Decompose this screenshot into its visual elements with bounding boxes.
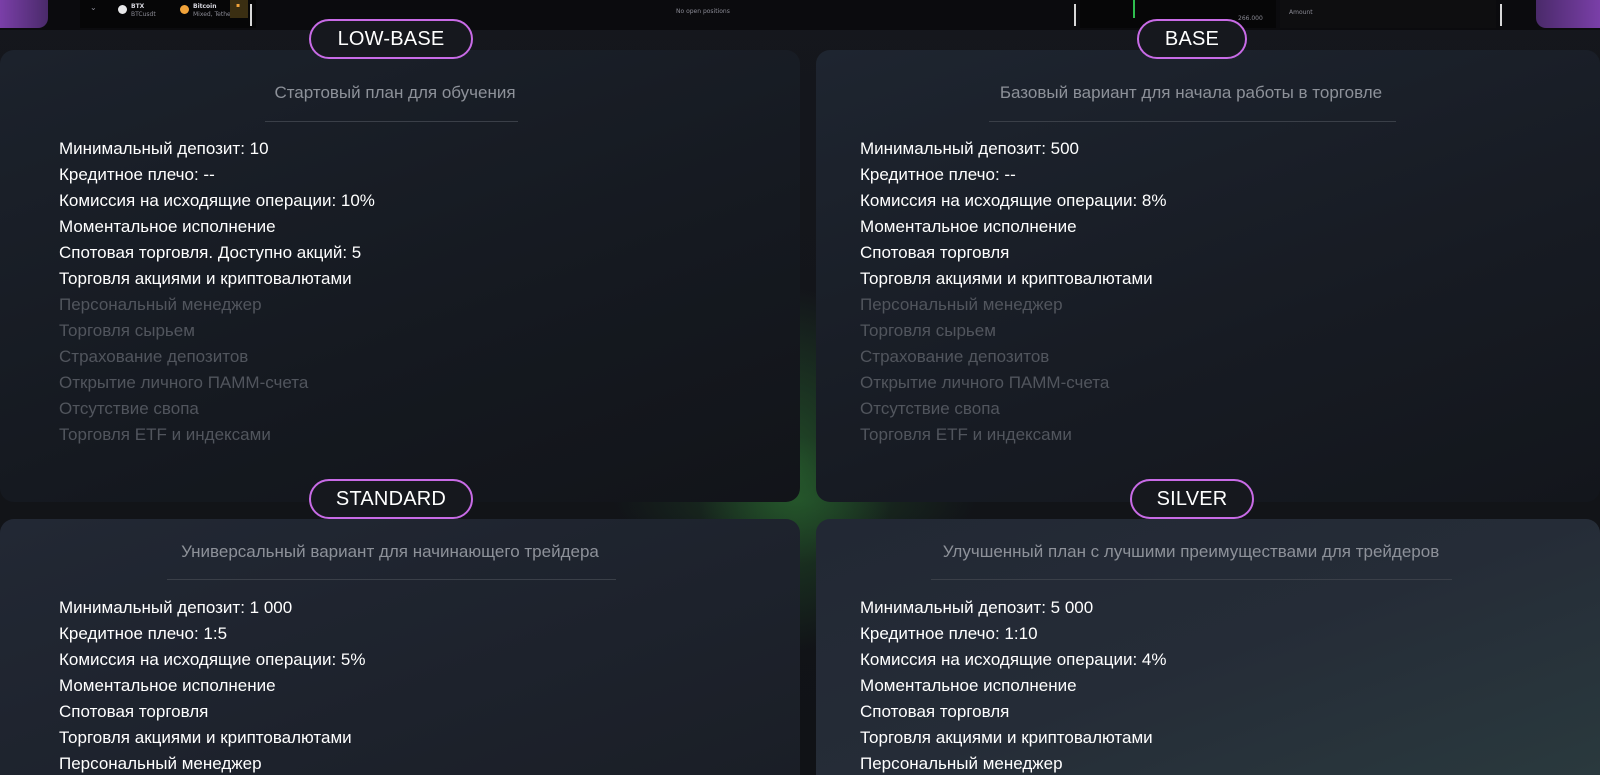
feature-item: Минимальный депозит: 10 (59, 139, 269, 158)
feature-item: Страхование депозитов (860, 347, 1050, 366)
feature-item: Комиссия на исходящие операции: 8% (860, 191, 1167, 210)
feature-list: Минимальный депозит: 10 Кредитное плечо: … (59, 136, 375, 448)
feature-item: Минимальный депозит: 500 (860, 139, 1080, 158)
ticker-symbol[interactable]: BTX (131, 3, 144, 10)
plan-subtitle: Базовый вариант для начала работы в торг… (999, 83, 1383, 102)
plan-subtitle: Стартовый план для обучения (274, 83, 516, 102)
ticker-icon (118, 5, 127, 14)
feature-item: Кредитное плечо: -- (59, 165, 215, 184)
feature-item: Торговля акциями и криптовалютами (59, 728, 352, 747)
feature-item: Моментальное исполнение (860, 676, 1077, 695)
price-value: 266.000 (1238, 15, 1263, 22)
right-accent-edge (1536, 0, 1600, 28)
feature-item: Торговля сырьем (59, 321, 195, 340)
feature-item: Кредитное плечо: -- (860, 165, 1016, 184)
feature-item: Спотовая торговля (860, 243, 1010, 262)
subtitle-divider (989, 121, 1396, 122)
feature-item: Торговля акциями и криптовалютами (860, 728, 1153, 747)
top-trading-strip: ⌄ BTX BTCusdt Bitcoin Mixed, Tether ▪ No… (0, 0, 1600, 30)
feature-item: Отсутствие свопа (860, 399, 1000, 418)
plan-badge-low-base[interactable]: LOW-BASE (309, 19, 473, 59)
plan-subtitle: Универсальный вариант для начинающего тр… (181, 542, 599, 561)
plan-badge-standard[interactable]: STANDARD (309, 479, 473, 519)
pin-tab[interactable]: ▪ (230, 0, 248, 18)
feature-item: Спотовая торговля (860, 702, 1010, 721)
feature-item: Персональный менеджер (860, 295, 1063, 314)
subtitle-divider (167, 579, 616, 580)
feature-item: Моментальное исполнение (59, 676, 276, 695)
feature-item: Кредитное плечо: 1:5 (59, 624, 228, 643)
plan-subtitle: Улучшенный план с лучшими преимуществами… (942, 542, 1440, 561)
feature-item: Комиссия на исходящие операции: 5% (59, 650, 366, 669)
feature-item: Персональный менеджер (59, 295, 262, 314)
page: ⌄ BTX BTCusdt Bitcoin Mixed, Tether ▪ No… (0, 0, 1600, 775)
coin-subtitle: Mixed, Tether (193, 11, 234, 18)
feature-item: Минимальный депозит: 5 000 (860, 598, 1094, 617)
feature-item: Комиссия на исходящие операции: 4% (860, 650, 1167, 669)
chevron-down-icon[interactable]: ⌄ (90, 3, 97, 12)
feature-item: Персональный менеджер (860, 754, 1063, 773)
panel-divider (1500, 4, 1502, 26)
feature-item: Моментальное исполнение (860, 217, 1077, 236)
feature-item: Торговля ETF и индексами (860, 425, 1072, 444)
feature-list: Минимальный депозит: 5 000 Кредитное плеч… (860, 595, 1166, 775)
feature-item: Торговля акциями и криптовалютами (860, 269, 1153, 288)
feature-item: Торговля сырьем (860, 321, 996, 340)
feature-item: Открытие личного ПАММ-счета (59, 373, 309, 392)
pin-icon: ▪ (236, 2, 241, 9)
price-candle (1133, 0, 1135, 18)
feature-list: Минимальный депозит: 1 000 Кредитное плеч… (59, 595, 365, 775)
left-accent-edge (0, 0, 48, 28)
coin-name[interactable]: Bitcoin (193, 3, 217, 10)
positions-empty-text: No open positions (676, 8, 730, 15)
feature-item: Отсутствие свопа (59, 399, 199, 418)
feature-item: Открытие личного ПАММ-счета (860, 373, 1110, 392)
subtitle-divider (931, 579, 1452, 580)
feature-item: Моментальное исполнение (59, 217, 276, 236)
feature-item: Комиссия на исходящие операции: 10% (59, 191, 375, 210)
subtitle-divider (265, 121, 518, 122)
feature-item: Торговля ETF и индексами (59, 425, 271, 444)
feature-item: Персональный менеджер (59, 754, 262, 773)
feature-item: Спотовая торговля. Доступно акций: 5 (59, 243, 362, 262)
feature-item: Страхование депозитов (59, 347, 249, 366)
feature-item: Минимальный депозит: 1 000 (59, 598, 293, 617)
panel-divider (1074, 4, 1076, 26)
feature-item: Кредитное плечо: 1:10 (860, 624, 1038, 643)
amount-label: Amount (1289, 9, 1313, 16)
feature-list: Минимальный депозит: 500 Кредитное плечо:… (860, 136, 1166, 448)
plan-badge-base[interactable]: BASE (1137, 19, 1247, 59)
feature-item: Торговля акциями и криптовалютами (59, 269, 352, 288)
plan-badge-silver[interactable]: SILVER (1130, 479, 1254, 519)
feature-item: Спотовая торговля (59, 702, 209, 721)
panel-divider (250, 4, 252, 26)
bitcoin-coin-icon (180, 5, 189, 14)
ticker-subtitle: BTCusdt (131, 11, 156, 18)
